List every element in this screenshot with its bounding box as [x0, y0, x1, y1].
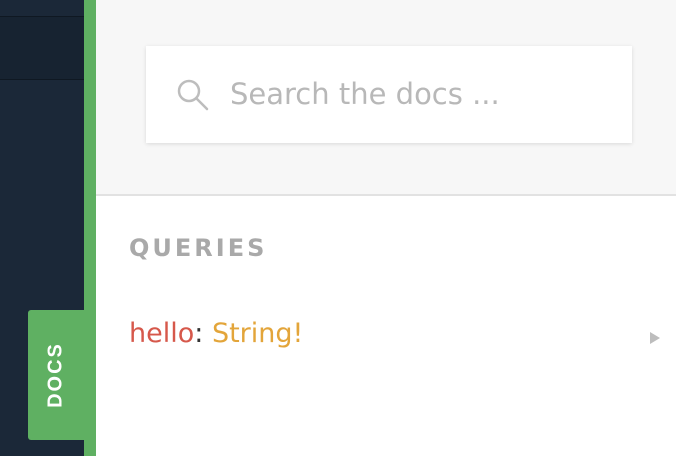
docs-tab-label: DOCS: [44, 342, 67, 408]
docs-panel: QUERIES hello: String!: [96, 0, 676, 456]
query-field-signature: hello: String!: [129, 318, 303, 349]
search-box[interactable]: [146, 46, 632, 143]
search-area: [96, 0, 676, 196]
graphql-playground: DOCS QUERIES hello: String!: [0, 0, 676, 456]
field-type[interactable]: String!: [212, 318, 303, 349]
editor-tab-bar: [0, 16, 84, 80]
docs-panel-border: [84, 0, 96, 456]
docs-tab-button[interactable]: DOCS: [28, 310, 84, 440]
field-name: hello: [129, 318, 195, 349]
search-icon: [177, 79, 209, 111]
search-input[interactable]: [230, 68, 610, 120]
field-separator: :: [194, 318, 212, 349]
query-field-row[interactable]: hello: String!: [96, 312, 676, 362]
queries-section-title: QUERIES: [129, 234, 268, 262]
chevron-right-icon: [650, 332, 660, 344]
